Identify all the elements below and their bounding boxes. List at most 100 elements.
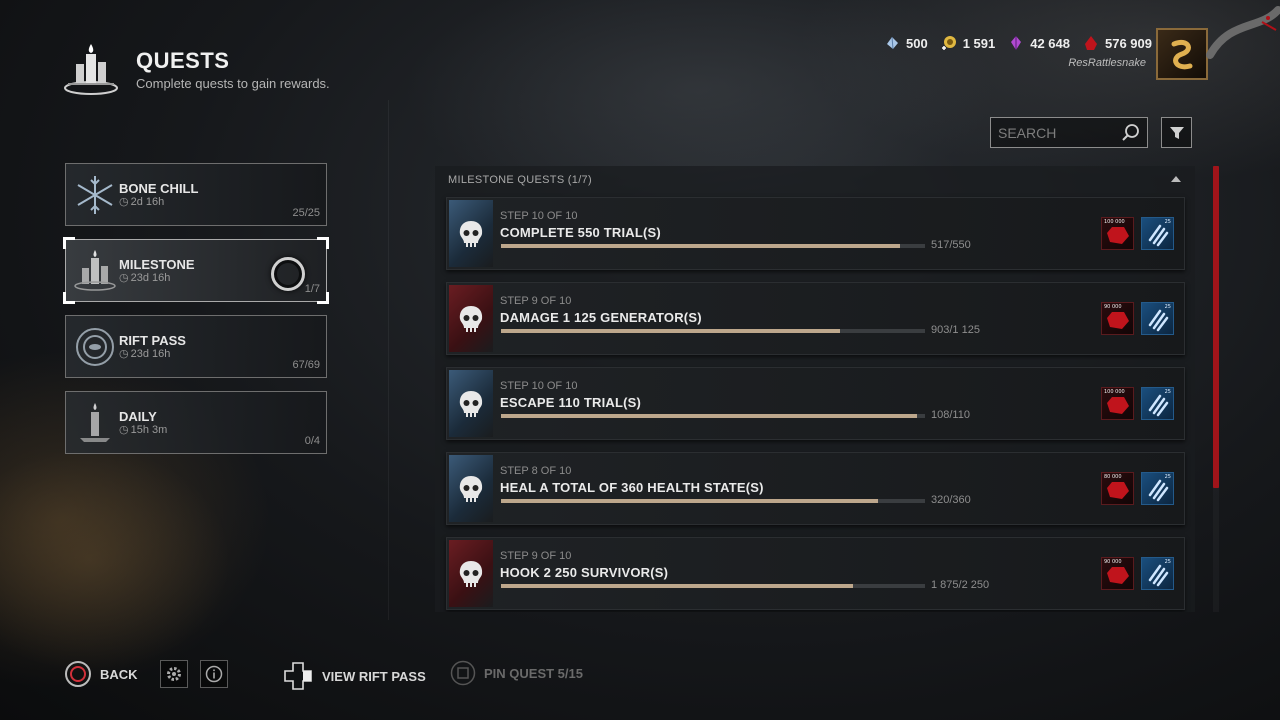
reward-amount: 25	[1164, 389, 1171, 395]
page-subtitle: Complete quests to gain rewards.	[136, 75, 330, 91]
quest-icon	[449, 455, 493, 522]
rift-icon	[76, 328, 114, 366]
reward-amount: 80 000	[1104, 474, 1122, 480]
quest-step: STEP 9 OF 10	[500, 550, 572, 562]
auric-cells-value: 1 591	[962, 35, 996, 51]
rift-fragment-icon	[886, 36, 898, 50]
settings-button[interactable]	[160, 660, 188, 688]
quest-progress-bar	[501, 244, 925, 248]
view-rift-pass-label: VIEW RIFT PASS	[322, 668, 426, 684]
quest-name: COMPLETE 550 TRIAL(S)	[500, 225, 661, 240]
category-time: 2d 16h	[130, 195, 165, 208]
clock-icon: ◷	[119, 196, 129, 208]
quest-progress-fill	[501, 244, 900, 248]
category-bone-chill[interactable]: BONE CHILL ◷ 2d 16h 25/25	[65, 163, 327, 226]
pin-quest-button[interactable]: PIN QUEST 5/15	[450, 660, 583, 686]
rift-progression-reward: 25	[1141, 387, 1174, 420]
filter-button[interactable]	[1161, 117, 1192, 148]
category-count: 25/25	[292, 207, 320, 219]
category-daily[interactable]: DAILY ◷ 15h 3m 0/4	[65, 391, 327, 454]
quest-row[interactable]: STEP 10 OF 10 ESCAPE 110 TRIAL(S) 108/11…	[446, 367, 1185, 440]
skull-icon	[459, 390, 483, 417]
reward-amount: 100 000	[1104, 389, 1125, 395]
square-button-icon	[450, 660, 476, 686]
page-title: QUESTS	[136, 47, 230, 73]
panel-heading: MILESTONE QUESTS (1/7)	[448, 174, 592, 186]
divider	[388, 100, 389, 620]
reward-amount: 90 000	[1104, 559, 1122, 565]
quest-name: HEAL A TOTAL OF 360 HEALTH STATE(S)	[500, 480, 764, 495]
quest-icon	[449, 370, 493, 437]
rift-progression-reward: 25	[1141, 217, 1174, 250]
scrollbar-thumb[interactable]	[1213, 166, 1219, 488]
quest-row[interactable]: STEP 10 OF 10 COMPLETE 550 TRIAL(S) 517/…	[446, 197, 1185, 270]
settings-gear-button[interactable]	[160, 660, 188, 688]
reward-amount: 25	[1164, 474, 1171, 480]
quest-row[interactable]: STEP 9 OF 10 HOOK 2 250 SURVIVOR(S) 1 87…	[446, 537, 1185, 610]
quest-progress-bar	[501, 499, 925, 503]
quest-progress-bar	[501, 329, 925, 333]
filter-icon	[1169, 126, 1184, 139]
info-button[interactable]	[200, 660, 228, 688]
quest-step: STEP 9 OF 10	[500, 295, 572, 307]
gear-icon	[167, 667, 181, 681]
bloodpoint-reward: 90 000	[1101, 302, 1134, 335]
quest-row[interactable]: STEP 8 OF 10 HEAL A TOTAL OF 360 HEALTH …	[446, 452, 1185, 525]
bloodpoint-reward: 80 000	[1101, 472, 1134, 505]
circle-button-icon	[65, 661, 91, 687]
quest-progress-text: 108/110	[931, 409, 970, 421]
skull-icon	[459, 305, 483, 332]
category-name: RIFT PASS	[119, 333, 186, 348]
search-box[interactable]	[990, 117, 1148, 148]
reward-amount: 25	[1164, 304, 1171, 310]
skull-icon	[459, 475, 483, 502]
quest-progress-text: 903/1 125	[931, 324, 980, 336]
quest-icon	[449, 200, 493, 267]
category-count: 67/69	[292, 359, 320, 371]
category-milestone[interactable]: MILESTONE ◷ 23d 16h 1/7	[63, 237, 329, 304]
rift-progression-reward: 25	[1141, 472, 1174, 505]
collapse-arrow-icon[interactable]	[1171, 176, 1181, 182]
info-square-button[interactable]	[200, 660, 228, 688]
currency-rift-fragments: 500	[883, 34, 928, 52]
category-time: 23d 16h	[130, 271, 171, 284]
quest-name: HOOK 2 250 SURVIVOR(S)	[500, 565, 669, 580]
rift-progression-reward: 25	[1141, 302, 1174, 335]
search-input[interactable]	[998, 124, 1116, 141]
snowflake-icon	[77, 176, 113, 214]
clock-icon: ◷	[119, 272, 129, 284]
quest-icon	[449, 540, 493, 607]
info-icon	[205, 665, 223, 683]
quest-row[interactable]: STEP 9 OF 10 DAMAGE 1 125 GENERATOR(S) 9…	[446, 282, 1185, 355]
category-count: 1/7	[304, 283, 320, 295]
view-rift-pass-button[interactable]: VIEW RIFT PASS	[282, 660, 426, 692]
search-icon[interactable]	[1120, 122, 1142, 144]
page-header: QUESTS Complete quests to gain rewards.	[62, 40, 330, 98]
quest-step: STEP 8 OF 10	[500, 465, 572, 477]
clock-icon: ◷	[119, 424, 129, 436]
currency-bar: 500 1 591 42 648 576 909	[883, 34, 1152, 52]
loading-ring-icon	[271, 257, 305, 291]
bottom-bar: BACK VIEW RIFT PASS PIN QUEST 5/15	[0, 650, 1280, 700]
rift-fragments-value: 500	[905, 35, 928, 51]
back-label: BACK	[100, 666, 138, 682]
category-name: MILESTONE	[119, 257, 195, 272]
pin-quest-label: PIN QUEST 5/15	[484, 665, 583, 681]
candle-icon	[80, 403, 110, 442]
reward-amount: 90 000	[1104, 304, 1122, 310]
reward-amount: 25	[1164, 559, 1171, 565]
category-rift-pass[interactable]: RIFT PASS ◷ 23d 16h 67/69	[65, 315, 327, 378]
category-count: 0/4	[304, 435, 320, 447]
quest-progress-fill	[501, 329, 841, 333]
category-time: 15h 3m	[130, 423, 168, 436]
iridescent-shard-icon	[1011, 36, 1022, 50]
selection-corner	[317, 237, 329, 249]
bloodpoint-reward: 100 000	[1101, 387, 1134, 420]
quest-progress-fill	[501, 414, 917, 418]
quest-scrollbar[interactable]	[1213, 166, 1219, 612]
rift-progression-reward: 25	[1141, 557, 1174, 590]
category-time: 23d 16h	[130, 347, 171, 360]
quest-progress-text: 320/360	[931, 494, 971, 506]
candles-icon	[74, 250, 116, 291]
back-button[interactable]: BACK	[64, 660, 138, 688]
